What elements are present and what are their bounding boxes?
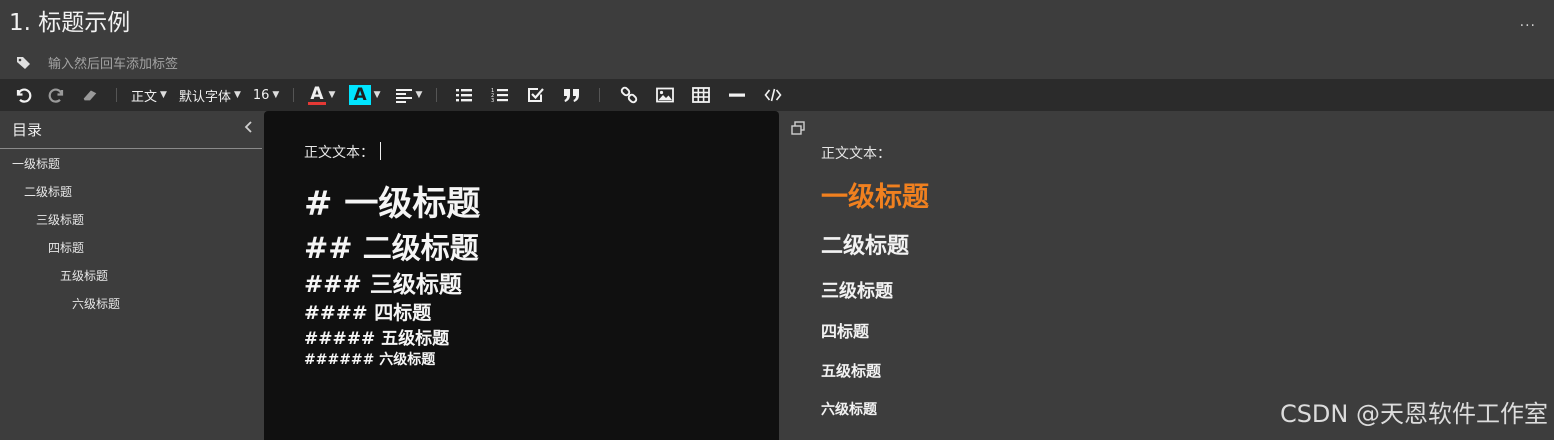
paragraph-style-label: 正文	[131, 89, 158, 105]
undo-button[interactable]	[12, 82, 34, 108]
code-view-button[interactable]	[760, 82, 786, 108]
preview-h2: 二级标题	[821, 234, 910, 259]
task-list-button[interactable]	[523, 82, 549, 108]
checkbox-icon	[528, 88, 545, 102]
caret-down-icon: ▼	[160, 90, 167, 100]
toolbar-divider	[599, 88, 601, 102]
toc-item-h6[interactable]: 六级标题	[72, 296, 120, 312]
restore-window-icon[interactable]	[791, 121, 805, 135]
highlight-color-button[interactable]: A ▼	[349, 82, 381, 108]
preview-h6: 六级标题	[821, 402, 877, 418]
clear-format-button[interactable]	[78, 82, 102, 108]
caret-down-icon: ▼	[272, 90, 280, 100]
align-dropdown[interactable]: ▼	[395, 82, 423, 108]
markdown-editor[interactable]: 正文文本： # 一级标题 ## 二级标题 ### 三级标题 #### 四标题 #…	[264, 111, 779, 440]
toc-item-h5[interactable]: 五级标题	[60, 268, 108, 284]
preview-h1: 一级标题	[821, 182, 929, 213]
editor-h1-line[interactable]: # 一级标题	[304, 183, 480, 225]
preview-h5: 五级标题	[821, 362, 882, 380]
redo-icon	[48, 88, 64, 103]
font-family-label: 默认字体	[178, 89, 231, 105]
tag-input[interactable]	[46, 53, 446, 75]
text-color-icon: A	[308, 83, 326, 105]
watermark-text: CSDN @天恩软件工作室	[1279, 400, 1548, 428]
formatting-toolbar: 正文 ▼ 默认字体 ▼ 16 ▼ A ▼ A ▼ ▼ 1 2 3	[0, 79, 1554, 111]
toolbar-divider	[293, 88, 295, 102]
toc-item-h4[interactable]: 四标题	[48, 240, 84, 256]
redo-button[interactable]	[46, 82, 68, 108]
preview-h3: 三级标题	[821, 281, 893, 302]
align-left-icon	[395, 89, 412, 103]
editor-body-text: 正文文本：	[304, 145, 374, 161]
paragraph-style-dropdown[interactable]: 正文 ▼	[131, 82, 167, 108]
link-icon	[621, 86, 638, 104]
caret-down-icon: ▼	[415, 90, 423, 100]
toc-item-h1[interactable]: 一级标题	[12, 156, 60, 172]
more-options-button[interactable]: ...	[1520, 14, 1536, 30]
editor-h5-line[interactable]: ##### 五级标题	[304, 328, 449, 350]
insert-image-button[interactable]	[652, 82, 678, 108]
caret-down-icon: ▼	[373, 90, 381, 100]
numbered-list-button[interactable]: 1 2 3	[487, 82, 513, 108]
insert-link-button[interactable]	[616, 82, 642, 108]
image-icon	[656, 87, 675, 103]
numbered-list-icon: 1 2 3	[491, 88, 509, 104]
insert-table-button[interactable]	[688, 82, 714, 108]
editor-h6-line[interactable]: ###### 六级标题	[304, 351, 435, 370]
code-icon	[764, 88, 782, 102]
svg-text:3: 3	[491, 98, 494, 104]
preview-body-text: 正文文本：	[821, 146, 891, 162]
tag-bar	[0, 50, 1554, 78]
editor-h4-line[interactable]: #### 四标题	[304, 301, 431, 326]
table-icon	[692, 87, 711, 103]
toc-item-h3[interactable]: 三级标题	[36, 212, 84, 228]
preview-h4: 四标题	[821, 322, 870, 341]
bullet-list-button[interactable]	[451, 82, 477, 108]
toc-header: 目录	[0, 111, 262, 149]
font-size-dropdown[interactable]: 16 ▼	[253, 82, 279, 108]
eraser-icon	[83, 90, 97, 101]
tag-icon	[17, 57, 30, 69]
toc-item-h2[interactable]: 二级标题	[24, 184, 72, 200]
toc-sidebar: 目录 一级标题 二级标题 三级标题 四标题 五级标题 六级标题	[0, 111, 262, 440]
horizontal-rule-button[interactable]	[724, 82, 750, 108]
title-bar: 1. 标题示例 ...	[0, 0, 1554, 46]
editor-h2-line[interactable]: ## 二级标题	[304, 230, 479, 266]
toolbar-divider	[436, 88, 438, 102]
chevron-left-icon[interactable]	[242, 120, 254, 134]
horizontal-rule-icon	[729, 93, 746, 97]
highlight-color-icon: A	[349, 85, 371, 105]
font-size-label: 16	[252, 87, 270, 103]
markdown-preview: 正文文本： 一级标题 二级标题 三级标题 四标题 五级标题 六级标题	[779, 111, 1554, 440]
quote-icon	[564, 89, 580, 102]
text-cursor	[380, 142, 381, 160]
undo-icon	[16, 88, 32, 103]
document-title[interactable]: 1. 标题示例	[9, 8, 130, 38]
blockquote-button[interactable]	[559, 82, 585, 108]
editor-app: 1. 标题示例 ... 正文	[0, 0, 1554, 440]
caret-down-icon: ▼	[233, 90, 241, 100]
editor-body-line[interactable]: 正文文本：	[304, 142, 381, 162]
toolbar-divider	[116, 88, 117, 102]
caret-down-icon: ▼	[328, 90, 336, 100]
editor-h3-line[interactable]: ### 三级标题	[304, 270, 462, 300]
bullet-list-icon	[456, 89, 473, 102]
text-color-button[interactable]: A ▼	[308, 82, 335, 108]
font-family-dropdown[interactable]: 默认字体 ▼	[179, 82, 241, 108]
toc-title: 目录	[12, 121, 43, 139]
